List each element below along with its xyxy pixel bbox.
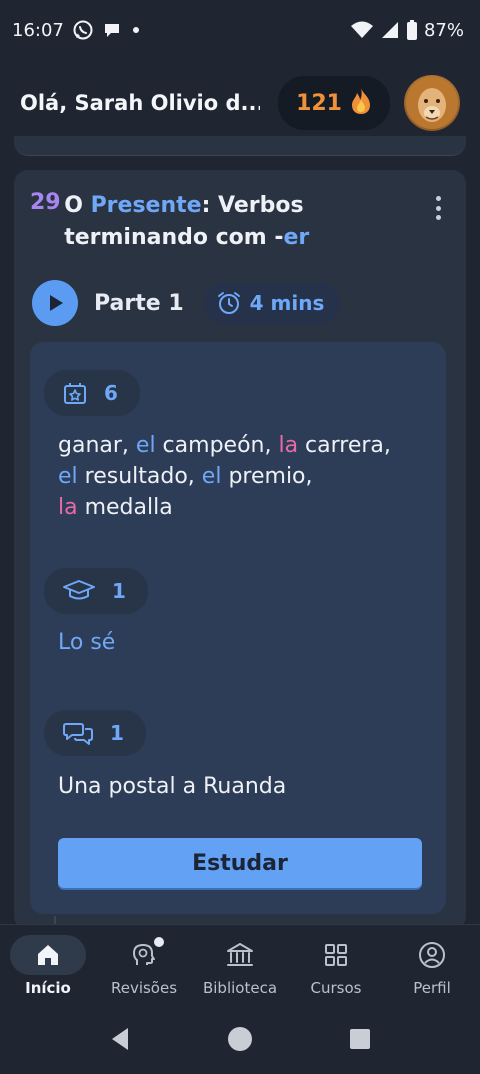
play-icon — [50, 295, 63, 311]
back-triangle-icon — [112, 1028, 128, 1050]
vocab-star-icon — [64, 383, 86, 404]
vocab-word: ganar, — [58, 433, 136, 458]
home-icon — [38, 945, 58, 965]
article-masculine: el — [135, 433, 156, 458]
article-masculine: el — [201, 464, 222, 489]
lesson-number: 29 — [30, 190, 61, 215]
system-navigation — [0, 1004, 480, 1074]
study-button[interactable]: Estudar — [58, 838, 422, 888]
article-feminine: la — [58, 495, 78, 520]
dialog-count-pill: 1 — [44, 710, 146, 756]
vocab-list[interactable]: ganar, el campeón, la carrera, el resulta… — [58, 430, 428, 523]
lion-avatar — [406, 77, 458, 129]
play-button[interactable] — [32, 280, 78, 326]
nav-item-inicio[interactable]: Início — [0, 925, 96, 1004]
recents-square-icon — [350, 1029, 370, 1049]
greeting-text: Olá, Sarah Olivio d... — [20, 91, 260, 115]
article-feminine: la — [278, 433, 299, 458]
previous-lesson-card — [14, 136, 466, 156]
chat-bubble-icon — [102, 20, 122, 40]
battery-percent: 87% — [423, 19, 464, 41]
nav-item-biblioteca[interactable]: Biblioteca — [192, 925, 288, 1004]
nav-label: Cursos — [310, 979, 362, 997]
battery-icon — [406, 19, 418, 41]
avatar[interactable] — [404, 75, 460, 131]
vocab-word: resultado, — [77, 464, 202, 489]
streak-badge[interactable]: 121 — [278, 76, 390, 130]
grammar-count: 1 — [112, 579, 126, 603]
alarm-clock-icon — [217, 292, 240, 314]
notification-dot — [130, 24, 142, 36]
vocab-word: campeón, — [155, 433, 279, 458]
part-label: Parte 1 — [94, 290, 184, 316]
nav-label: Biblioteca — [202, 979, 278, 997]
signal-icon — [380, 20, 400, 40]
vocab-word: medalla — [77, 495, 173, 520]
brain-icon — [133, 944, 155, 965]
back-button[interactable] — [60, 1004, 180, 1074]
nav-item-revisoes[interactable]: Revisões — [96, 925, 192, 1004]
chat-bubbles-icon — [63, 723, 93, 745]
duration-text: 4 mins — [249, 291, 325, 315]
vocab-word: carrera, — [298, 433, 391, 458]
recents-button[interactable] — [300, 1004, 420, 1074]
duration-badge: 4 mins — [203, 282, 341, 324]
vocab-count: 6 — [104, 381, 118, 405]
grammar-item[interactable]: Lo sé — [58, 630, 115, 655]
title-highlight: Presente — [90, 193, 202, 218]
nav-item-cursos[interactable]: Cursos — [288, 925, 384, 1004]
nav-label: Revisões — [110, 979, 178, 997]
graduation-cap-icon — [63, 580, 95, 600]
title-suffix: er — [283, 225, 310, 250]
vocab-count-pill: 6 — [44, 370, 140, 416]
notification-badge — [154, 937, 164, 947]
more-options-icon[interactable] — [434, 196, 442, 220]
fire-icon — [348, 86, 374, 120]
wifi-icon — [350, 20, 374, 40]
dialog-item[interactable]: Una postal a Ruanda — [58, 774, 286, 799]
article-masculine: el — [58, 464, 78, 489]
bottom-nav: Início Revisões Biblioteca Cursos Perfil — [0, 924, 480, 1004]
vocab-word: premio, — [221, 464, 313, 489]
home-circle-icon — [228, 1027, 252, 1051]
lesson-part-panel: 6 ganar, el campeón, la carrera, el resul… — [30, 342, 446, 914]
nav-label: Início — [25, 979, 71, 997]
profile-icon — [419, 942, 445, 968]
grid-icon — [325, 944, 347, 966]
nav-item-perfil[interactable]: Perfil — [384, 925, 480, 1004]
streak-count: 121 — [296, 90, 342, 116]
nav-label: Perfil — [413, 979, 451, 997]
lesson-title[interactable]: O Presente: Verbos terminando com -er — [64, 190, 430, 254]
lesson-card: 29 O Presente: Verbos terminando com -er… — [14, 170, 466, 930]
clock: 16:07 — [12, 19, 64, 41]
status-bar: 16:07 87% — [0, 0, 480, 60]
home-button[interactable] — [180, 1004, 300, 1074]
dialog-count: 1 — [110, 721, 124, 745]
whatsapp-icon — [72, 19, 94, 41]
library-icon — [227, 943, 253, 966]
grammar-count-pill: 1 — [44, 568, 148, 614]
app-header: Olá, Sarah Olivio d... 121 — [0, 66, 480, 140]
title-prefix: O — [64, 193, 91, 218]
